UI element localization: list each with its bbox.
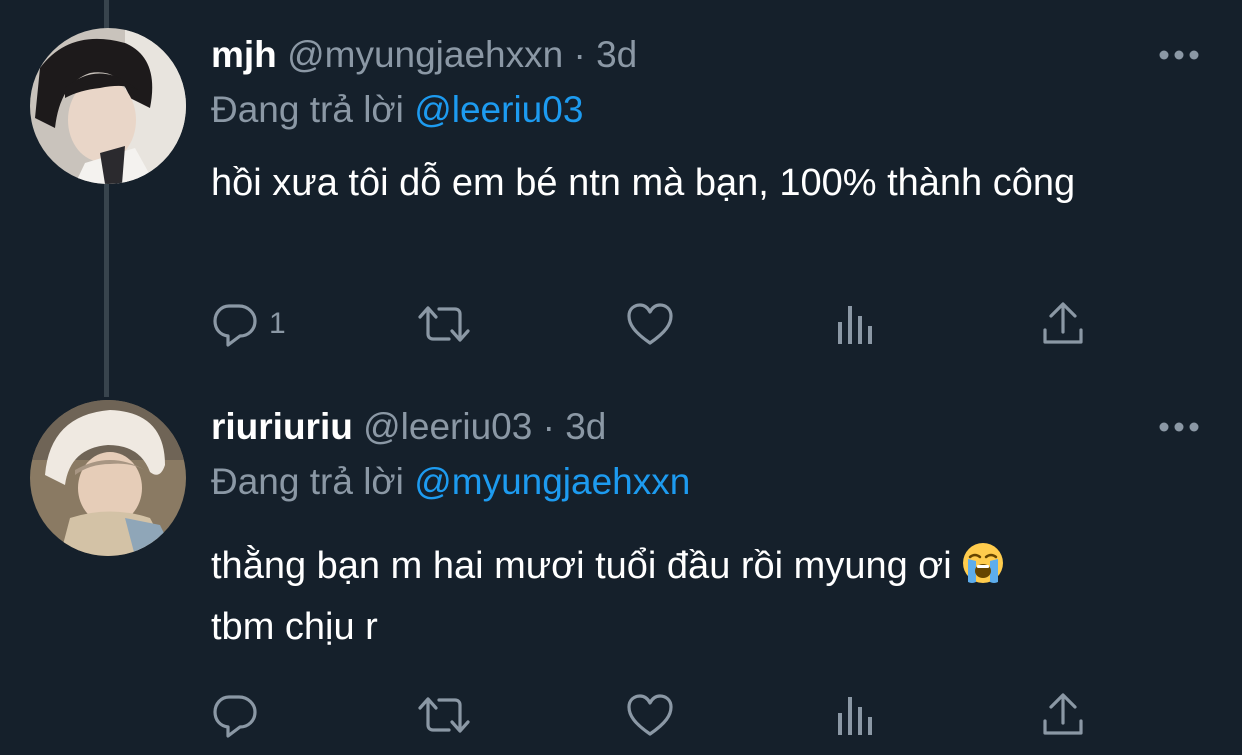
reply-count: 1 [269, 307, 286, 340]
like-button[interactable] [626, 690, 674, 740]
retweet-icon [418, 306, 470, 342]
tweet: mjh @myungjaehxxn · 3d Đang trả lời @lee… [0, 0, 1242, 390]
replying-to-link[interactable]: @myungjaehxxn [414, 461, 690, 502]
reply-icon [213, 304, 257, 347]
retweet-button[interactable] [416, 690, 472, 740]
avatar[interactable] [30, 400, 186, 556]
replying-to: Đang trả lời @myungjaehxxn [211, 460, 690, 504]
display-name[interactable]: mjh [211, 34, 277, 75]
like-icon [627, 303, 673, 345]
more-icon[interactable] [1158, 45, 1200, 65]
user-handle[interactable]: @leeriu03 [363, 406, 532, 447]
tweet: riuriuriu @leeriu03 · 3d Đang trả lời @m… [0, 390, 1242, 755]
share-icon [1043, 302, 1083, 344]
display-name[interactable]: riuriuriu [211, 406, 353, 447]
tweet-text: thằng bạn m hai mươi tuổi đầu rồi myung … [211, 536, 1201, 658]
replying-to: Đang trả lời @leeriu03 [211, 88, 583, 132]
reply-button[interactable]: 1 [211, 299, 286, 349]
replying-to-label: Đang trả lời [211, 89, 404, 130]
replying-to-label: Đang trả lời [211, 461, 404, 502]
reply-button[interactable] [211, 690, 269, 740]
separator-dot: · [573, 34, 586, 75]
more-icon[interactable] [1158, 417, 1200, 437]
tweet-text-line-2: tbm chịu r [211, 606, 378, 648]
analytics-button[interactable] [835, 690, 879, 740]
separator-dot: · [542, 406, 555, 447]
tweet-header: mjh @myungjaehxxn · 3d [211, 33, 637, 77]
reply-icon [213, 695, 257, 738]
loudly-crying-face-emoji-icon [963, 543, 1004, 583]
analytics-button[interactable] [835, 299, 879, 349]
avatar[interactable] [30, 28, 186, 184]
analytics-icon [838, 697, 872, 735]
retweet-icon [418, 697, 470, 733]
timestamp[interactable]: 3d [596, 34, 637, 75]
tweet-actions [211, 690, 1111, 740]
replying-to-link[interactable]: @leeriu03 [414, 89, 583, 130]
tweet-text: hồi xưa tôi dỗ em bé ntn mà bạn, 100% th… [211, 162, 1076, 204]
share-icon [1043, 693, 1083, 735]
tweet-actions: 1 [211, 299, 1111, 349]
analytics-icon [838, 306, 872, 344]
tweet-text-line: thằng bạn m hai mươi tuổi đầu rồi myung … [211, 545, 952, 587]
like-icon [627, 694, 673, 736]
tweet-header: riuriuriu @leeriu03 · 3d [211, 405, 606, 449]
share-button[interactable] [1041, 299, 1085, 349]
timestamp[interactable]: 3d [565, 406, 606, 447]
user-handle[interactable]: @myungjaehxxn [287, 34, 563, 75]
like-button[interactable] [626, 299, 674, 349]
share-button[interactable] [1041, 690, 1085, 740]
retweet-button[interactable] [416, 299, 472, 349]
